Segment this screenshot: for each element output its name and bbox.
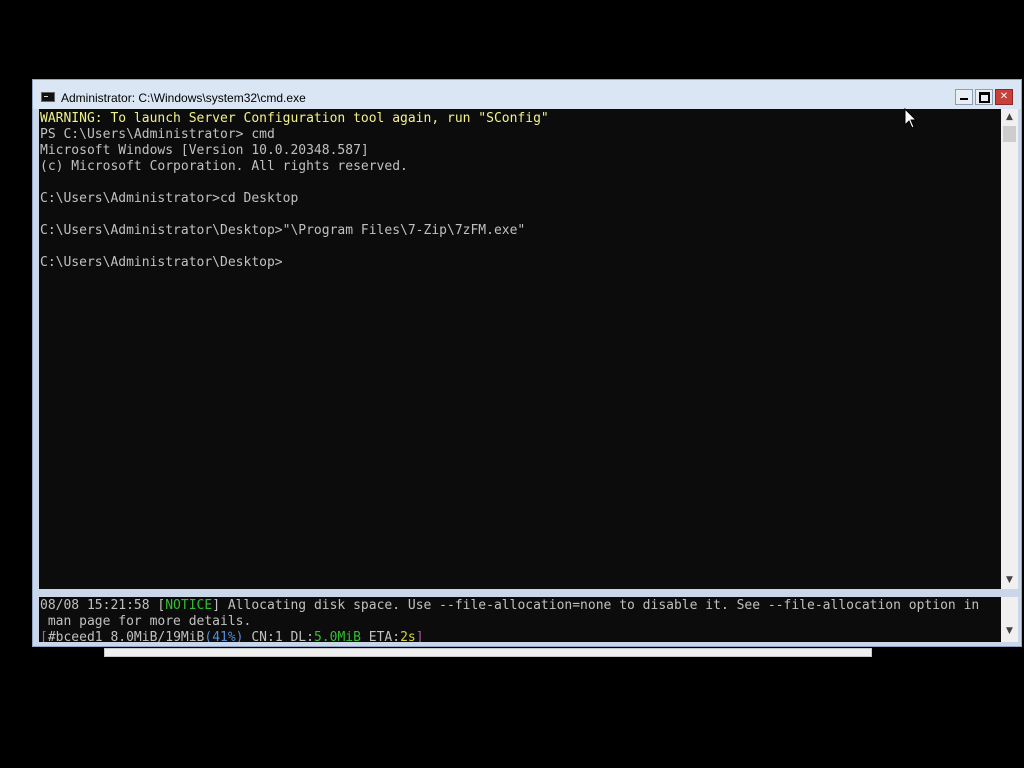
download-status-pane: 08/08 15:21:58 [ NOTICE] Allocating disk … — [39, 597, 1001, 642]
status-message-cont: man page for more details. — [40, 614, 252, 629]
download-percent: (41%) — [204, 630, 244, 642]
cmd-window: Administrator: C:\Windows\system32\cmd.e… — [32, 79, 1022, 647]
maximize-icon — [978, 92, 990, 103]
status-level: NOTICE — [165, 598, 213, 613]
title-bar[interactable]: Administrator: C:\Windows\system32\cmd.e… — [33, 80, 1021, 109]
minimize-icon — [960, 98, 968, 100]
vertical-scrollbar[interactable]: ▲ ▼ — [1001, 109, 1018, 589]
minimize-button[interactable] — [955, 89, 973, 105]
status-message: Allocating disk space. Use --file-alloca… — [220, 598, 980, 613]
maximize-button[interactable] — [975, 89, 993, 105]
close-button[interactable]: ✕ — [995, 89, 1013, 105]
scroll-up-icon[interactable]: ▲ — [1001, 109, 1018, 126]
status-scrollbar[interactable]: ▼ — [1001, 597, 1018, 642]
dl-label: DL: — [282, 630, 314, 642]
download-speed: 5.0MiB — [313, 630, 361, 642]
horizontal-scrollbar[interactable] — [104, 648, 872, 657]
bracket: [ — [40, 630, 48, 642]
scroll-down-icon[interactable]: ▼ — [1001, 623, 1018, 640]
console-line: (c) Microsoft Corporation. All rights re… — [40, 159, 408, 174]
console-output[interactable]: WARNING: To launch Server Configuration … — [39, 109, 1001, 589]
download-size: 8.0MiB/19MiB — [102, 630, 205, 642]
console-line: C:\Users\Administrator\Desktop>"\Program… — [40, 223, 526, 238]
window-title: Administrator: C:\Windows\system32\cmd.e… — [61, 91, 306, 105]
cmd-icon — [41, 92, 55, 102]
bracket: ] — [212, 598, 221, 613]
scroll-down-icon[interactable]: ▼ — [1001, 572, 1018, 589]
download-gid: #bceed1 — [47, 630, 103, 642]
bracket: ] — [415, 630, 424, 642]
status-timestamp: 08/08 15:21:58 — [40, 598, 150, 613]
eta-label: ETA: — [360, 630, 401, 642]
scroll-thumb[interactable] — [1003, 126, 1016, 142]
close-icon: ✕ — [999, 91, 1009, 102]
console-prompt[interactable]: C:\Users\Administrator\Desktop> — [40, 255, 283, 270]
console-line: Microsoft Windows [Version 10.0.20348.58… — [40, 143, 369, 158]
console-line: WARNING: To launch Server Configuration … — [40, 111, 549, 126]
download-eta: 2s — [400, 630, 416, 642]
connections: CN:1 — [243, 630, 283, 642]
console-line: PS C:\Users\Administrator> cmd — [40, 127, 275, 142]
console-line: C:\Users\Administrator>cd Desktop — [40, 191, 299, 206]
